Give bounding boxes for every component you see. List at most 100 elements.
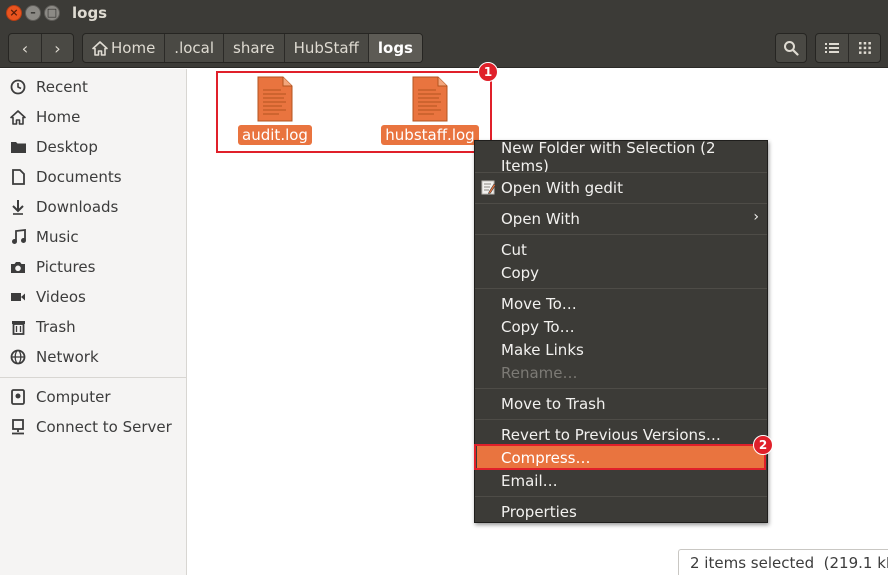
menu-separator	[475, 203, 767, 204]
breadcrumb: Home .local share HubStaff logs	[82, 33, 423, 63]
menu-item-copy-to[interactable]: Copy To…	[475, 315, 767, 338]
video-icon	[9, 288, 27, 306]
menu-item-open-with-gedit[interactable]: Open With gedit	[475, 176, 767, 199]
sidebar-item-trash[interactable]: Trash	[0, 313, 186, 341]
sidebar-item-label: Videos	[36, 288, 86, 306]
search-button[interactable]	[775, 33, 807, 63]
sidebar-item-network[interactable]: Network	[0, 343, 186, 371]
breadcrumb-hubstaff[interactable]: HubStaff	[283, 34, 368, 62]
window-title: logs	[72, 4, 108, 22]
sidebar-item-label: Home	[36, 108, 81, 126]
menu-separator	[475, 496, 767, 497]
menu-item-label: New Folder with Selection (2 Items)	[501, 138, 716, 175]
server-icon	[9, 418, 27, 436]
menu-item-new-folder-with-selection[interactable]: New Folder with Selection (2 Items)	[475, 139, 767, 175]
menu-separator	[475, 234, 767, 235]
sidebar-item-label: Computer	[36, 388, 111, 406]
menu-separator	[475, 388, 767, 389]
maximize-window-button[interactable]: □	[44, 5, 60, 21]
places-sidebar: Recent Home Desktop Documents Downloads …	[0, 69, 187, 575]
sidebar-item-downloads[interactable]: Downloads	[0, 193, 186, 221]
annotation-badge: 1	[478, 62, 498, 82]
menu-separator	[475, 172, 767, 173]
title-bar: × – □ logs	[0, 0, 888, 28]
computer-icon	[9, 388, 27, 406]
sidebar-item-connect-to-server[interactable]: Connect to Server	[0, 413, 186, 441]
sidebar-item-label: Network	[36, 348, 99, 366]
sidebar-item-label: Music	[36, 228, 79, 246]
annotation-selection-box	[216, 71, 492, 153]
sidebar-item-label: Trash	[36, 318, 76, 336]
list-view-icon	[825, 43, 839, 53]
menu-item-label: Move To…	[501, 294, 577, 313]
annotation-compress-box	[474, 444, 766, 470]
menu-item-properties[interactable]: Properties	[475, 500, 767, 523]
sidebar-item-label: Documents	[36, 168, 122, 186]
search-icon	[784, 41, 799, 56]
sidebar-item-videos[interactable]: Videos	[0, 283, 186, 311]
history-nav: ‹ ›	[8, 33, 74, 63]
sidebar-item-label: Recent	[36, 78, 88, 96]
chevron-right-icon: ›	[54, 38, 61, 58]
folder-icon	[9, 138, 27, 156]
breadcrumb-label: share	[233, 39, 275, 57]
selection-status-text: 2 items selected (219.1 kB)	[690, 553, 888, 572]
minimize-window-button[interactable]: –	[25, 5, 41, 21]
download-icon	[9, 198, 27, 216]
menu-item-revert-to-previous-versions[interactable]: Revert to Previous Versions…	[475, 423, 767, 446]
menu-item-label: Open With	[501, 209, 580, 228]
sidebar-divider	[0, 377, 186, 378]
breadcrumb-label: logs	[377, 39, 413, 57]
menu-item-make-links[interactable]: Make Links	[475, 338, 767, 361]
menu-item-move-to-trash[interactable]: Move to Trash	[475, 392, 767, 415]
menu-item-label: Make Links	[501, 340, 584, 359]
toolbar: ‹ › Home .local share HubStaff logs	[0, 28, 888, 68]
menu-item-label: Open With gedit	[501, 178, 623, 197]
status-bar: 2 items selected (219.1 kB)	[678, 549, 888, 575]
breadcrumb-label: Home	[111, 39, 156, 57]
close-window-button[interactable]: ×	[6, 5, 22, 21]
menu-item-open-with[interactable]: Open With ›	[475, 207, 767, 230]
back-button[interactable]: ‹	[9, 34, 41, 62]
sidebar-item-music[interactable]: Music	[0, 223, 186, 251]
trash-icon	[9, 318, 27, 336]
breadcrumb-label: HubStaff	[293, 39, 359, 57]
sidebar-item-home[interactable]: Home	[0, 103, 186, 131]
sidebar-item-recent[interactable]: Recent	[0, 73, 186, 101]
list-view-button[interactable]	[816, 34, 848, 62]
menu-separator	[475, 288, 767, 289]
menu-item-label: Email…	[501, 471, 558, 490]
menu-item-rename: Rename…	[475, 361, 767, 384]
grid-view-icon	[858, 42, 871, 54]
network-icon	[9, 348, 27, 366]
breadcrumb-local[interactable]: .local	[164, 34, 223, 62]
sidebar-item-desktop[interactable]: Desktop	[0, 133, 186, 161]
menu-item-cut[interactable]: Cut	[475, 238, 767, 261]
menu-item-label: Rename…	[501, 363, 578, 382]
sidebar-item-pictures[interactable]: Pictures	[0, 253, 186, 281]
menu-item-label: Revert to Previous Versions…	[501, 425, 721, 444]
camera-icon	[9, 258, 27, 276]
breadcrumb-home[interactable]: Home	[83, 34, 164, 62]
music-icon	[9, 228, 27, 246]
menu-item-email[interactable]: Email…	[475, 469, 767, 492]
gedit-icon	[481, 180, 496, 195]
menu-item-move-to[interactable]: Move To…	[475, 292, 767, 315]
forward-button[interactable]: ›	[41, 34, 73, 62]
annotation-badge: 2	[753, 435, 773, 455]
sidebar-item-documents[interactable]: Documents	[0, 163, 186, 191]
grid-view-button[interactable]	[848, 34, 880, 62]
view-switcher	[815, 33, 881, 63]
menu-item-copy[interactable]: Copy	[475, 261, 767, 284]
menu-item-label: Properties	[501, 502, 577, 521]
breadcrumb-logs[interactable]: logs	[367, 34, 422, 62]
sidebar-item-label: Connect to Server	[36, 418, 172, 436]
menu-item-label: Move to Trash	[501, 394, 606, 413]
breadcrumb-share[interactable]: share	[223, 34, 284, 62]
menu-item-label: Copy	[501, 263, 540, 282]
sidebar-item-label: Downloads	[36, 198, 119, 216]
sidebar-item-computer[interactable]: Computer	[0, 383, 186, 411]
menu-item-label: Copy To…	[501, 317, 575, 336]
document-icon	[9, 168, 27, 186]
chevron-left-icon: ‹	[21, 38, 29, 58]
